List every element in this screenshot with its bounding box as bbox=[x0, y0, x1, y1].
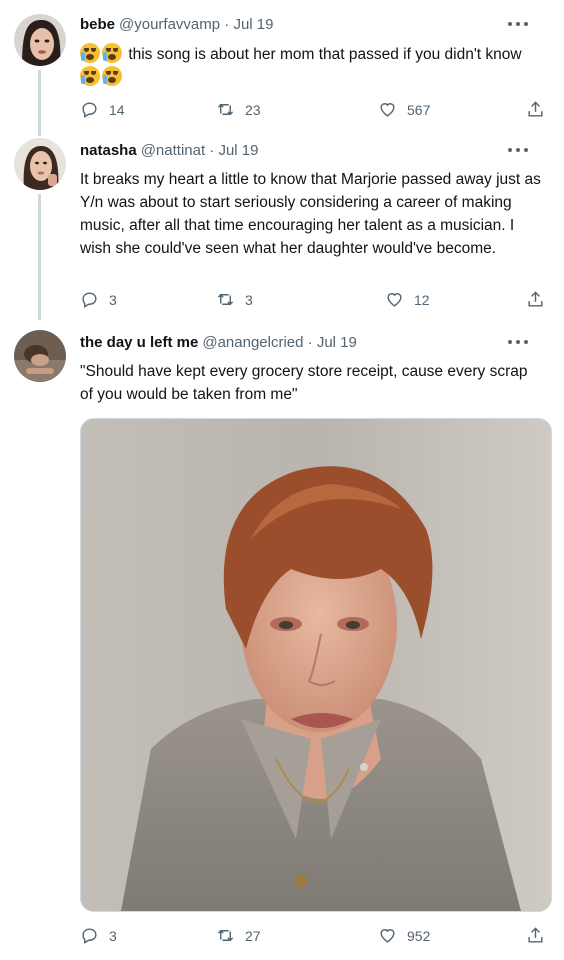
tweet-text: "Should have kept every grocery store re… bbox=[80, 363, 528, 403]
avatar[interactable] bbox=[14, 330, 66, 382]
reply-icon bbox=[82, 928, 97, 944]
reply-button[interactable]: 3 bbox=[80, 926, 117, 945]
share-icon bbox=[528, 927, 543, 943]
display-name[interactable]: the day u left me bbox=[80, 334, 198, 351]
heart-icon bbox=[380, 929, 395, 943]
retweet-button[interactable]: 27 bbox=[216, 926, 261, 945]
retweet-icon bbox=[217, 929, 234, 942]
tweet-actions: 3 27 952 bbox=[80, 926, 550, 950]
tweet[interactable]: the day u left me @anangelcried · Jul 19 … bbox=[0, 0, 564, 960]
crying-woman-photo bbox=[81, 419, 551, 911]
retweet-count: 27 bbox=[245, 927, 261, 944]
tweet-header: the day u left me @anangelcried · Jul 19 bbox=[80, 334, 544, 356]
reply-count: 3 bbox=[109, 927, 117, 944]
like-button[interactable]: 952 bbox=[378, 926, 430, 945]
handle-date[interactable]: @anangelcried · Jul 19 bbox=[202, 334, 356, 351]
share-button[interactable] bbox=[526, 926, 545, 945]
more-icon[interactable] bbox=[508, 332, 528, 352]
tweet-image[interactable] bbox=[80, 418, 552, 912]
like-count: 952 bbox=[407, 927, 431, 944]
